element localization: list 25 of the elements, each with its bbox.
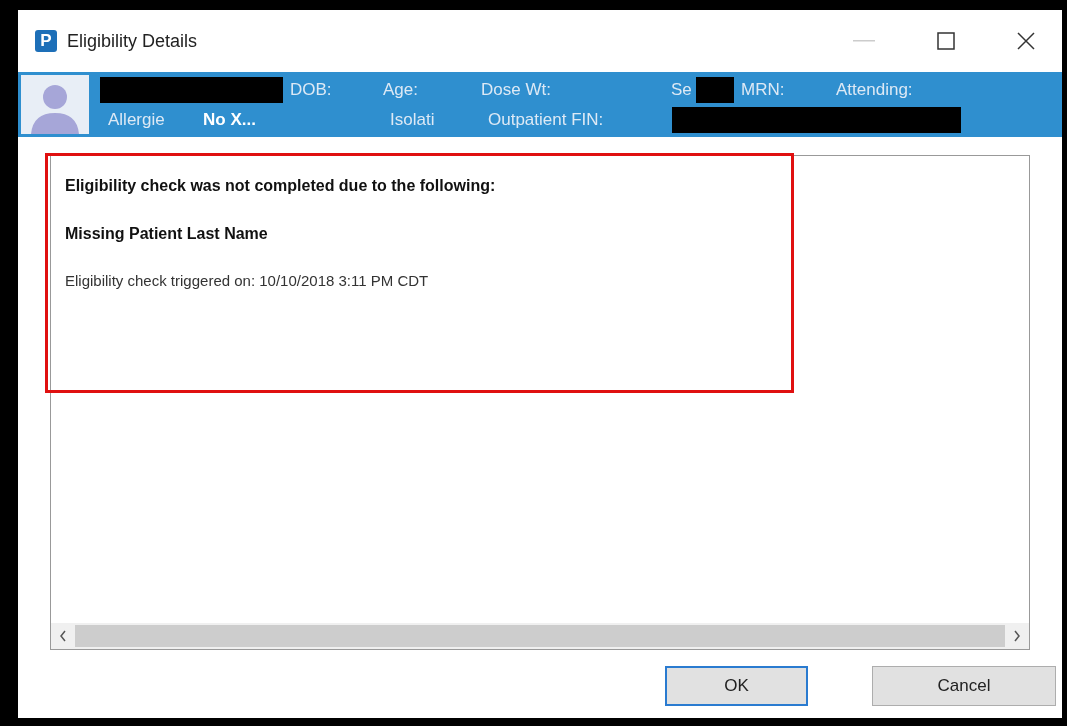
scroll-left-icon[interactable] (59, 630, 67, 642)
avatar-icon (21, 75, 89, 134)
field-label: MRN: (741, 78, 786, 101)
scroll-right-icon[interactable] (1013, 630, 1021, 642)
field-label: Se (671, 78, 693, 101)
close-icon[interactable] (1017, 32, 1035, 50)
message-heading: Eligibility check was not completed due to the following: (65, 176, 497, 196)
error-reason: Missing Patient Last Name (65, 224, 269, 244)
horizontal-scrollbar[interactable] (51, 623, 1029, 649)
field-label: Allergie (108, 108, 166, 131)
maximize-icon[interactable] (937, 32, 955, 50)
field-value: No X... (203, 108, 257, 131)
ok-button[interactable]: OK (665, 666, 808, 706)
field-label: DOB: (290, 78, 333, 101)
app-logo-icon: P (35, 30, 57, 52)
scrollbar-thumb[interactable] (75, 625, 1005, 647)
window-title: Eligibility Details (67, 29, 198, 53)
timestamp-text: Eligibility check triggered on: 10/10/2018 3:11 PM CDT (65, 271, 430, 291)
field-label: Age: (383, 78, 419, 101)
field-label: Attending: (836, 78, 914, 101)
field-label: Outpatient FIN: (488, 108, 605, 131)
field-label: Isolati (390, 108, 436, 131)
field-label: Dose Wt: (481, 78, 552, 101)
redaction-bar (696, 76, 734, 103)
cancel-button[interactable]: Cancel (872, 666, 1056, 706)
